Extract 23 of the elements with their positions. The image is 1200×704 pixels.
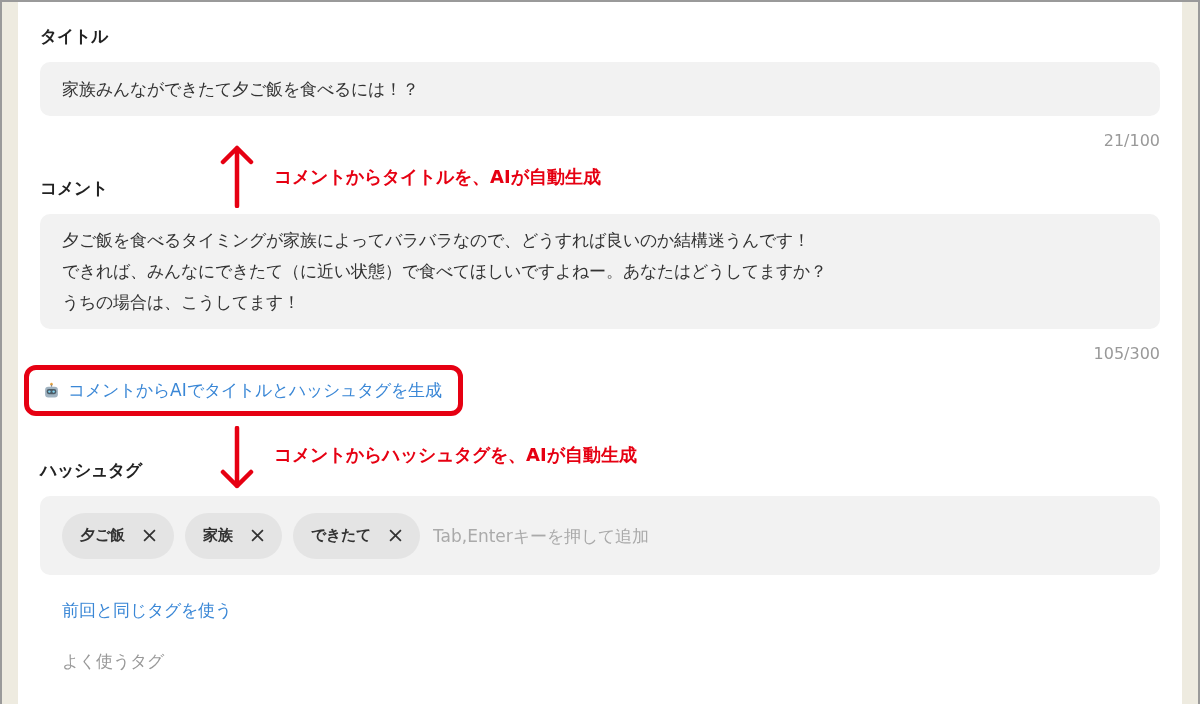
reuse-tags-link[interactable]: 前回と同じタグを使う: [62, 599, 232, 622]
field-label: コメント: [40, 177, 108, 200]
field-label: タイトル: [40, 25, 108, 48]
title-field[interactable]: 家族みんなができたて夕ご飯を食べるには！？: [40, 62, 1160, 116]
close-icon[interactable]: [143, 529, 156, 542]
frequent-tags-label: よく使うタグ: [62, 650, 164, 673]
annotation-text: コメントからハッシュタグを、AIが自動生成: [274, 443, 637, 467]
character-counter: 21/100: [1103, 131, 1160, 150]
comment-line: うちの場合は、こうしてます！: [62, 291, 301, 314]
character-counter: 105/300: [1093, 344, 1160, 363]
ai-generate-link[interactable]: コメントからAIでタイトルとハッシュタグを生成: [68, 379, 442, 402]
robot-icon: [43, 382, 60, 399]
comment-line: 夕ご飯を食べるタイミングが家族によってバラバラなので、どうすれば良いのか結構迷うんです！: [62, 229, 811, 252]
comment-field[interactable]: 夕ご飯を食べるタイミングが家族によってバラバラなので、どうすれば良いのか結構迷うんです！ できれば、みんなにできたて（に近い状態）で食べてほしいですよねー。あなたはどうしてますか？ うちの場合は、こうしてます！: [40, 214, 1160, 329]
tag-label: 夕ご飯: [80, 526, 125, 545]
close-icon[interactable]: [389, 529, 402, 542]
close-icon[interactable]: [251, 529, 264, 542]
tag-input[interactable]: Tab,Enterキーを押して追加: [431, 524, 1138, 547]
annotation-text: コメントからタイトルを、AIが自動生成: [274, 165, 601, 189]
tag-label: できたて: [311, 526, 371, 545]
comment-line: できれば、みんなにできたて（に近い状態）で食べてほしいですよねー。あなたはどうしてますか？: [62, 260, 828, 283]
tag-label: 家族: [203, 526, 233, 545]
field-label: ハッシュタグ: [40, 459, 142, 482]
